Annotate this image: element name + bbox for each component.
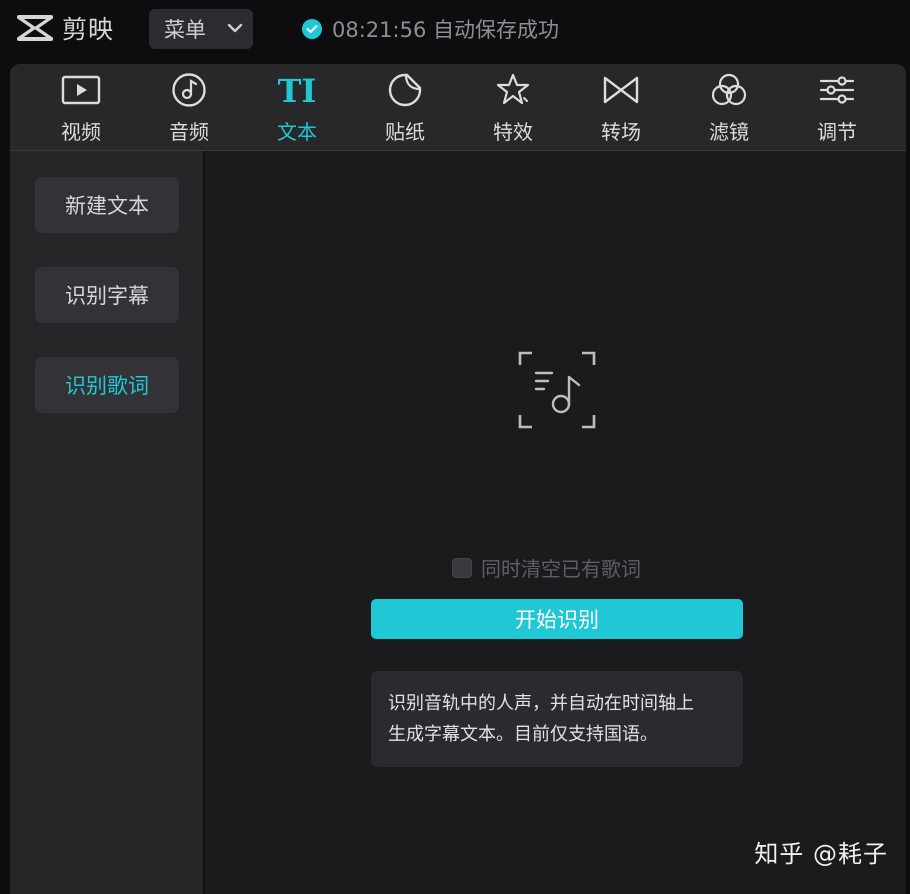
sticker-icon — [387, 70, 423, 110]
tab-label: 特效 — [493, 116, 533, 145]
info-text-line: 识别音轨中的人声，并自动在时间轴上 — [388, 688, 729, 719]
text-icon: TI — [275, 70, 319, 110]
tab-bar: 视频 音频 TI 文本 贴纸 特效 — [10, 64, 906, 151]
tab-label: 贴纸 — [385, 116, 425, 145]
audio-icon — [171, 70, 207, 110]
adjust-icon — [818, 70, 856, 110]
clear-existing-lyrics-option[interactable]: 同时清空已有歌词 — [452, 553, 641, 582]
tab-video[interactable]: 视频 — [41, 70, 121, 148]
tab-audio[interactable]: 音频 — [149, 70, 229, 148]
title-bar: 剪映 菜单 08:21:56 自动保存成功 — [0, 0, 910, 62]
sidebar-item-recognize-subtitles[interactable]: 识别字幕 — [35, 267, 179, 323]
text-sidebar: 新建文本 识别字幕 识别歌词 — [10, 151, 205, 894]
lyrics-recognition-pane: 同时清空已有歌词 开始识别 识别音轨中的人声，并自动在时间轴上 生成字幕文本。目… — [205, 151, 906, 894]
tab-label: 视频 — [61, 116, 101, 145]
clear-existing-lyrics-checkbox[interactable] — [452, 558, 472, 578]
tab-effects[interactable]: 特效 — [473, 70, 553, 148]
autosave-time: 08:21:56 — [332, 18, 426, 42]
menu-button-label: 菜单 — [164, 14, 206, 44]
effects-icon — [494, 70, 532, 110]
tab-label: 调节 — [817, 116, 857, 145]
filter-icon — [710, 70, 748, 110]
autosave-text: 08:21:56 自动保存成功 — [332, 14, 559, 44]
transition-icon — [602, 70, 640, 110]
sidebar-item-recognize-lyrics[interactable]: 识别歌词 — [35, 357, 179, 413]
clear-existing-lyrics-label: 同时清空已有歌词 — [481, 553, 641, 582]
capcut-logo-icon — [14, 11, 56, 45]
info-text-line: 生成字幕文本。目前仅支持国语。 — [388, 719, 729, 750]
check-circle-icon — [302, 19, 322, 39]
tab-label: 音频 — [169, 116, 209, 145]
autosave-status: 08:21:56 自动保存成功 — [302, 14, 559, 44]
tab-label: 文本 — [277, 116, 317, 145]
tab-text[interactable]: TI 文本 — [257, 70, 337, 148]
tab-label: 转场 — [601, 116, 641, 145]
app-name: 剪映 — [62, 10, 114, 46]
svg-text:TI: TI — [278, 74, 317, 106]
tab-transition[interactable]: 转场 — [581, 70, 661, 148]
chevron-down-icon — [227, 22, 243, 34]
lyrics-recognition-icon — [518, 351, 596, 429]
watermark: 知乎 @耗子 — [754, 834, 888, 869]
autosave-message: 自动保存成功 — [433, 18, 559, 42]
app-logo: 剪映 — [14, 10, 114, 46]
sidebar-item-new-text[interactable]: 新建文本 — [35, 177, 179, 233]
video-icon — [61, 70, 101, 110]
start-recognition-button[interactable]: 开始识别 — [371, 599, 743, 639]
tab-sticker[interactable]: 贴纸 — [365, 70, 445, 148]
menu-button[interactable]: 菜单 — [149, 9, 253, 49]
tab-filter[interactable]: 滤镜 — [689, 70, 769, 148]
tab-label: 滤镜 — [709, 116, 749, 145]
media-panel: 视频 音频 TI 文本 贴纸 特效 — [10, 64, 906, 894]
recognition-info-box: 识别音轨中的人声，并自动在时间轴上 生成字幕文本。目前仅支持国语。 — [371, 671, 743, 767]
tab-adjust[interactable]: 调节 — [797, 70, 877, 148]
